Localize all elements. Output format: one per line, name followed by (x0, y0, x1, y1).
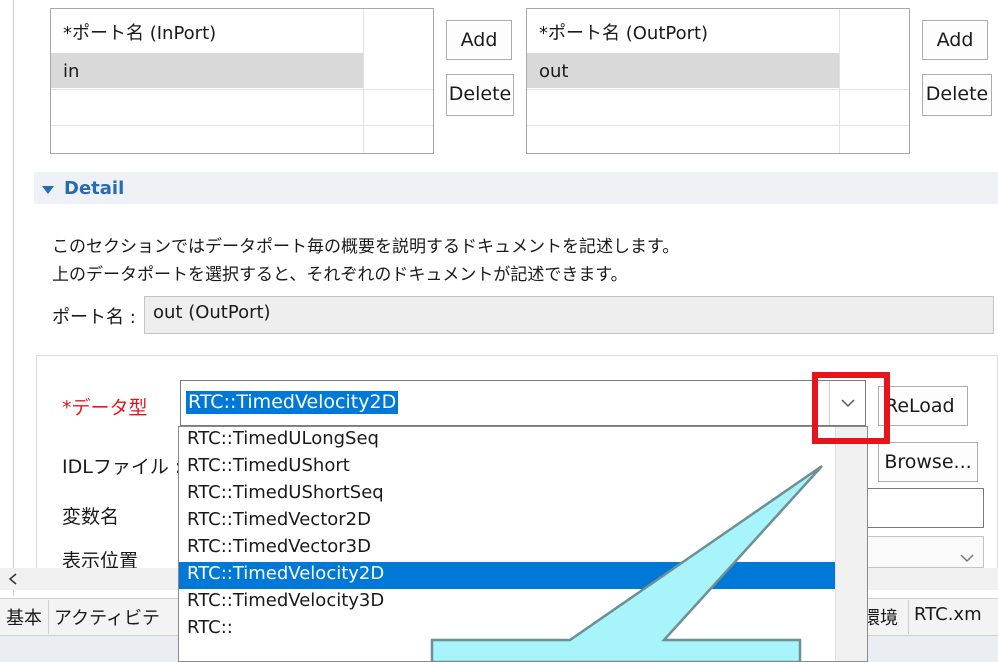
callout-bubble (430, 464, 823, 662)
